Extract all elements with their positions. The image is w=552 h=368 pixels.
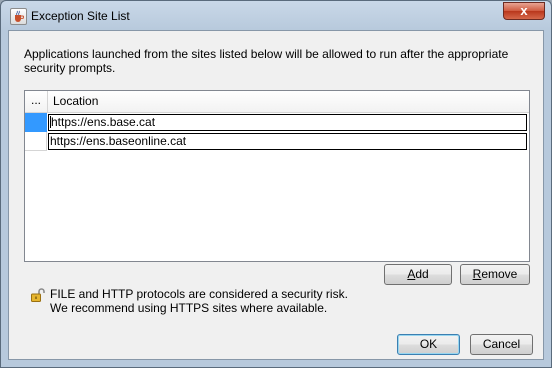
- security-warning: FILE and HTTP protocols are considered a…: [50, 287, 348, 315]
- add-button[interactable]: Add: [384, 264, 452, 285]
- location-value: https://ens.baseonline.cat: [50, 134, 187, 148]
- location-cell[interactable]: https://ens.baseonline.cat: [48, 133, 527, 150]
- remove-label-rest: emove: [481, 267, 518, 281]
- add-label-rest: dd: [415, 267, 429, 281]
- open-lock-icon: [30, 287, 46, 303]
- java-cup-icon: [10, 8, 27, 25]
- table-header: ... Location: [25, 91, 529, 113]
- column-header-select[interactable]: ...: [25, 91, 48, 112]
- location-edit-field[interactable]: https://ens.base.cat: [48, 114, 527, 131]
- cancel-button[interactable]: Cancel: [470, 334, 533, 355]
- row-selector[interactable]: [25, 132, 47, 151]
- window-title: Exception Site List: [31, 9, 130, 23]
- site-list-table[interactable]: ... Location https://ens.base.cat https:…: [24, 90, 530, 262]
- warning-line-1: FILE and HTTP protocols are considered a…: [50, 287, 348, 301]
- warning-line-2: We recommend using HTTPS sites where ava…: [50, 301, 328, 315]
- description-text: Applications launched from the sites lis…: [24, 47, 509, 75]
- remove-mnemonic: R: [472, 267, 482, 281]
- close-button[interactable]: x: [503, 2, 545, 20]
- row-selector[interactable]: [25, 113, 47, 132]
- column-header-location[interactable]: Location: [53, 91, 98, 112]
- exception-site-list-window: Exception Site List x Applications launc…: [0, 0, 552, 368]
- remove-button[interactable]: Remove: [460, 264, 530, 285]
- title-bar[interactable]: Exception Site List x: [1, 1, 551, 29]
- table-row[interactable]: https://ens.base.cat: [25, 113, 529, 132]
- table-row[interactable]: https://ens.baseonline.cat: [25, 132, 529, 151]
- dialog-content: Applications launched from the sites lis…: [8, 30, 544, 360]
- close-icon: x: [520, 3, 528, 18]
- ok-button[interactable]: OK: [397, 334, 460, 355]
- location-value: https://ens.base.cat: [51, 115, 156, 129]
